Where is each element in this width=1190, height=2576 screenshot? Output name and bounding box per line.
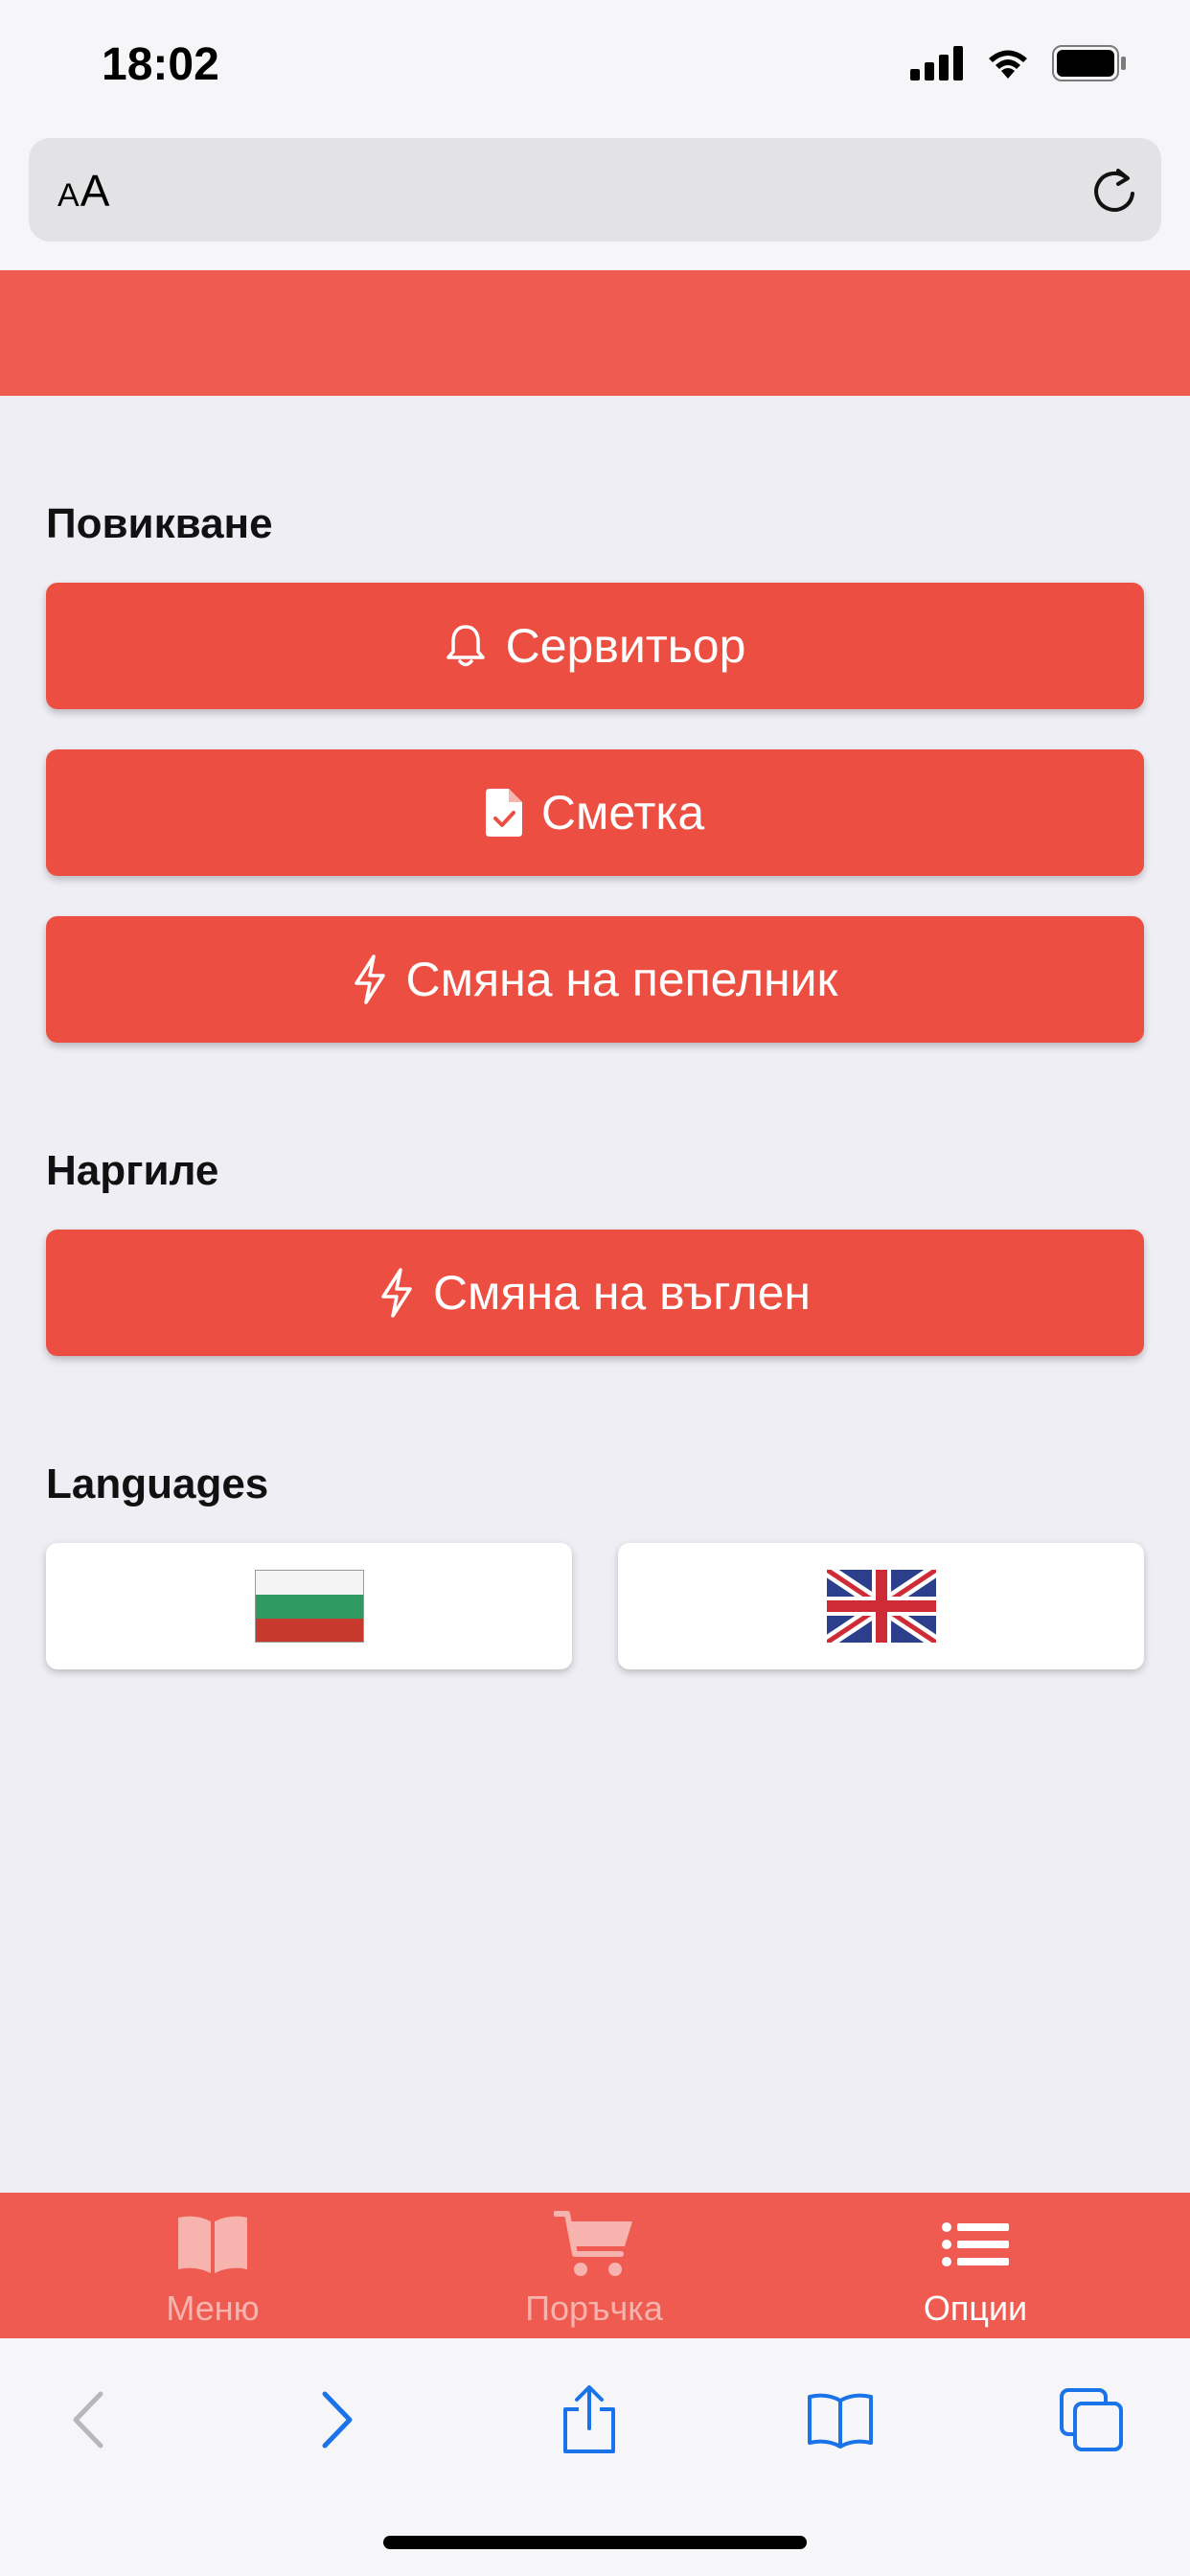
- forward-button[interactable]: [295, 2377, 381, 2463]
- tab-order-label: Поръчка: [525, 2288, 663, 2328]
- book-open-icon: [178, 2216, 247, 2273]
- section-title-languages: Languages: [46, 1460, 269, 1507]
- lightning-icon: [381, 1268, 412, 1318]
- change-coal-button[interactable]: Смяна на въглен: [46, 1230, 1144, 1356]
- request-bill-button[interactable]: Сметка: [46, 749, 1144, 876]
- back-button[interactable]: [44, 2377, 130, 2463]
- change-ashtray-button[interactable]: Смяна на пепелник: [46, 916, 1144, 1043]
- cellular-signal-icon: [910, 46, 963, 80]
- chevron-left-icon: [73, 2391, 103, 2449]
- call-waiter-button[interactable]: Сервитьор: [46, 583, 1144, 709]
- change-coal-label: Смяна на въглен: [432, 1266, 812, 1320]
- section-title-hookah: Наргиле: [46, 1147, 219, 1194]
- tab-options[interactable]: Опции: [832, 2193, 1119, 2338]
- app-header: [0, 270, 1190, 396]
- chevron-right-icon: [322, 2391, 353, 2449]
- tab-menu-label: Меню: [166, 2288, 260, 2328]
- tabs-button[interactable]: [1048, 2377, 1134, 2463]
- language-english-button[interactable]: [618, 1543, 1144, 1669]
- tab-menu[interactable]: Меню: [69, 2193, 356, 2338]
- cart-icon: [554, 2211, 632, 2276]
- status-icons: [910, 44, 1127, 82]
- bookmarks-button[interactable]: [797, 2377, 883, 2463]
- reader-settings-button[interactable]: AA: [57, 165, 110, 217]
- tabs-icon: [1060, 2388, 1123, 2451]
- home-indicator: [383, 2536, 807, 2549]
- list-icon: [942, 2222, 1009, 2266]
- wifi-icon: [989, 50, 1027, 79]
- book-icon: [808, 2393, 873, 2449]
- bulgaria-flag-icon: [254, 1570, 364, 1643]
- call-waiter-label: Сервитьор: [505, 619, 746, 673]
- share-icon: [563, 2385, 615, 2453]
- page: 18:02 AA Повикване Сервитьор Сметка Смян…: [0, 0, 1190, 2576]
- tab-order[interactable]: Поръчка: [450, 2193, 738, 2338]
- app-tab-bar: Меню Поръчка Опции: [0, 2193, 1190, 2338]
- status-time: 18:02: [102, 39, 219, 90]
- change-ashtray-label: Смяна на пепелник: [405, 953, 838, 1006]
- reload-icon[interactable]: [1088, 165, 1140, 217]
- share-button[interactable]: [546, 2377, 632, 2463]
- battery-icon: [1052, 45, 1126, 81]
- lightning-icon: [354, 954, 385, 1004]
- browser-address-area: AA: [0, 134, 1190, 270]
- status-bar: 18:02: [0, 0, 1190, 134]
- request-bill-label: Сметка: [540, 786, 705, 840]
- document-check-icon: [485, 789, 522, 837]
- bell-icon: [446, 625, 485, 667]
- section-title-call: Повикване: [46, 500, 273, 547]
- uk-flag-icon: [826, 1570, 936, 1643]
- language-bulgarian-button[interactable]: [46, 1543, 572, 1669]
- tab-options-label: Опции: [923, 2288, 1028, 2328]
- address-bar[interactable]: AA: [29, 138, 1161, 242]
